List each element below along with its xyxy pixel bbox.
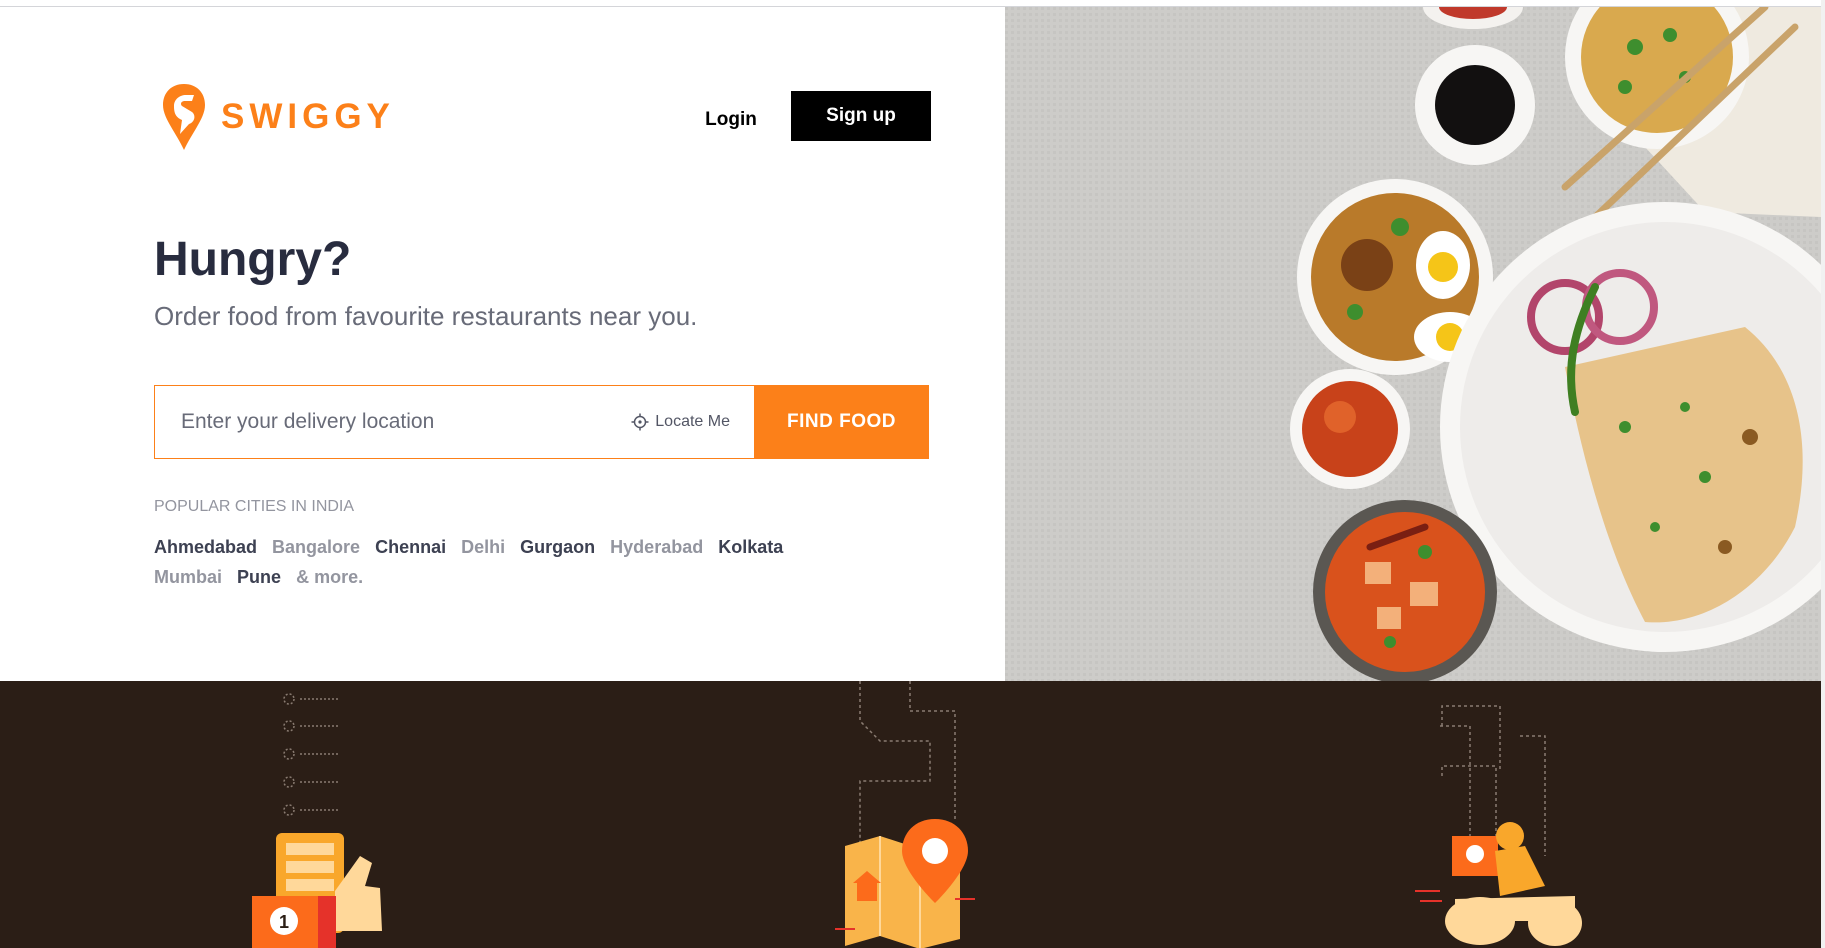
order-menu-thumbs-up-icon: 1 <box>252 693 382 948</box>
city-link-hyderabad[interactable]: Hyderabad <box>610 537 703 557</box>
popular-cities-list: Ahmedabad Bangalore Chennai Delhi Gurgao… <box>154 532 874 592</box>
city-link-delhi[interactable]: Delhi <box>461 537 505 557</box>
page-scrollbar[interactable] <box>1821 0 1825 948</box>
food-platter-illustration <box>1005 7 1821 681</box>
crosshair-icon <box>631 413 649 431</box>
swiggy-pin-logo-icon <box>163 84 205 150</box>
food-hero-image <box>1005 7 1821 681</box>
signup-button[interactable]: Sign up <box>791 91 931 141</box>
locate-me-label: Locate Me <box>655 413 730 430</box>
login-link[interactable]: Login <box>692 100 770 140</box>
top-border <box>0 0 1825 7</box>
city-link-pune[interactable]: Pune <box>237 567 281 587</box>
find-food-button[interactable]: FIND FOOD <box>754 385 929 459</box>
city-link-chennai[interactable]: Chennai <box>375 537 446 557</box>
search-field-wrapper: Locate Me <box>154 385 754 459</box>
city-link-gurgaon[interactable]: Gurgaon <box>520 537 595 557</box>
swiggy-logo[interactable]: SWIGGY <box>161 82 395 152</box>
how-it-works-strip: 1 <box>0 681 1821 948</box>
step-badge-number: 1 <box>279 912 289 932</box>
locate-me-button[interactable]: Locate Me <box>631 386 730 458</box>
map-location-pin-icon <box>835 681 975 948</box>
city-link-mumbai[interactable]: Mumbai <box>154 567 222 587</box>
how-it-works-illustrations: 1 <box>252 681 1582 948</box>
popular-cities-title: POPULAR CITIES IN INDIA <box>154 498 355 515</box>
brand-name: SWIGGY <box>221 97 395 136</box>
city-link-bangalore[interactable]: Bangalore <box>272 537 360 557</box>
delivery-scooter-icon <box>1415 705 1582 946</box>
city-link-kolkata[interactable]: Kolkata <box>718 537 783 557</box>
delivery-location-input[interactable] <box>155 386 621 458</box>
location-search-form: Locate Me FIND FOOD <box>154 385 929 459</box>
hero-subheadline: Order food from favourite restaurants ne… <box>154 301 698 331</box>
city-link-ahmedabad[interactable]: Ahmedabad <box>154 537 257 557</box>
hero-headline: Hungry? <box>154 233 352 286</box>
more-cities-link[interactable]: & more. <box>296 567 363 587</box>
